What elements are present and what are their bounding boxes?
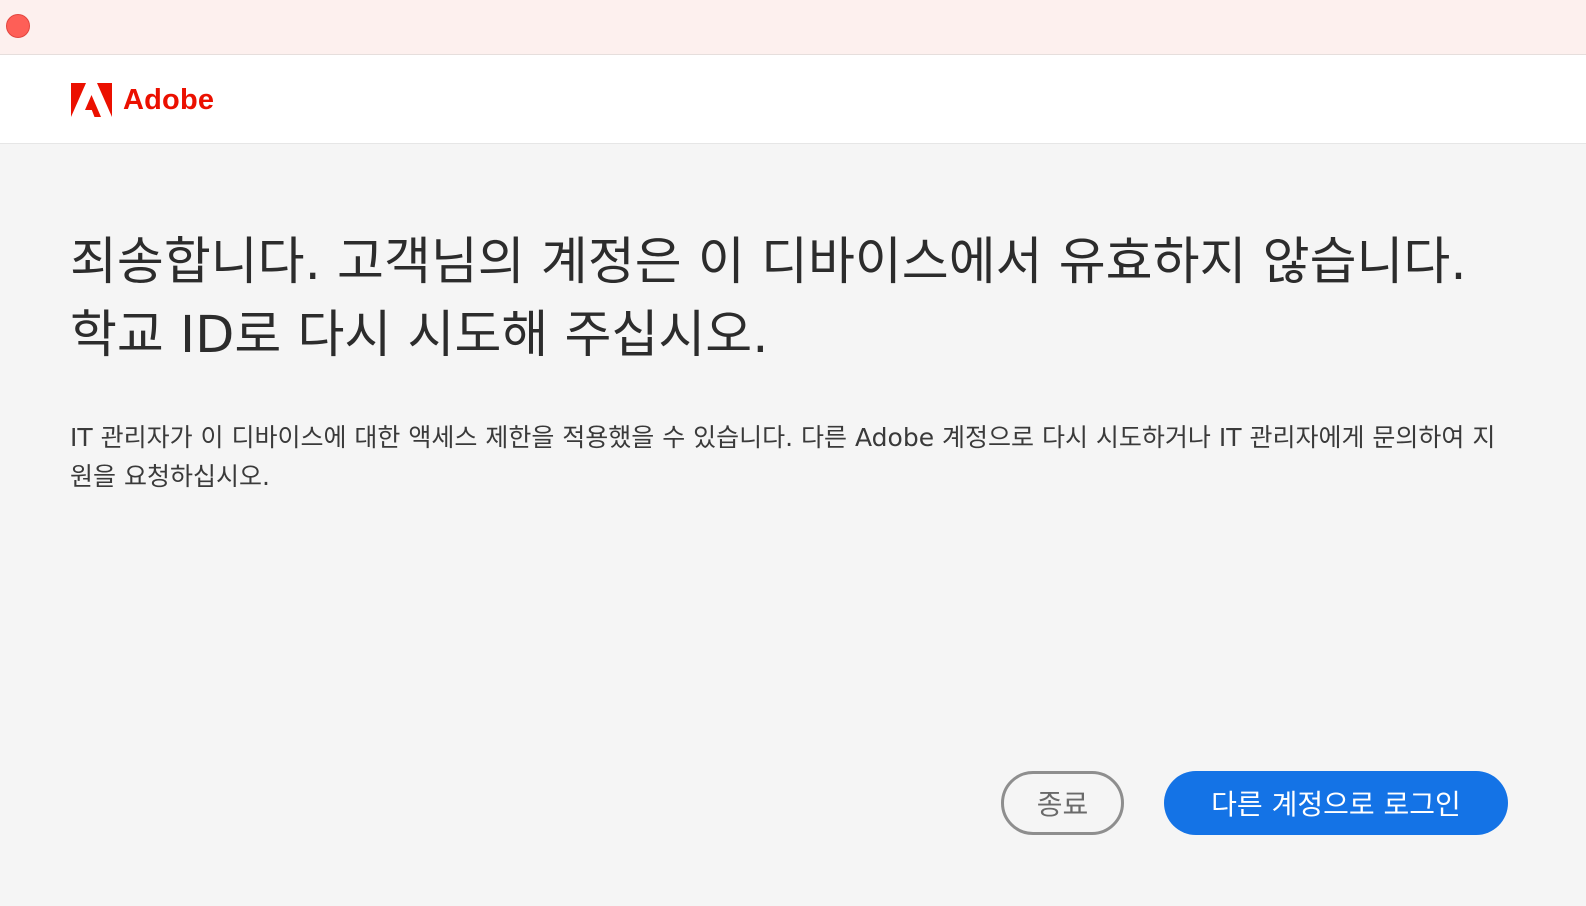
brand-bar: Adobe — [0, 55, 1586, 144]
title-bar — [0, 0, 1586, 55]
error-heading: 죄송합니다. 고객님의 계정은 이 디바이스에서 유효하지 않습니다. 학교 I… — [70, 233, 1467, 365]
sign-in-other-account-button[interactable]: 다른 계정으로 로그인 — [1164, 771, 1508, 835]
close-dot-icon[interactable] — [6, 14, 30, 38]
adobe-logo: Adobe — [71, 83, 214, 117]
brand-name: Adobe — [123, 84, 215, 116]
quit-button[interactable]: 종료 — [1001, 771, 1124, 835]
app-window: Adobe 죄송합니다. 고객님의 계정은 이 디바이스에서 유효하지 않습니다… — [0, 0, 1586, 906]
adobe-logo-icon — [71, 83, 112, 117]
error-description: IT 관리자가 이 디바이스에 대한 액세스 제한을 적용했을 수 있습니다. … — [70, 423, 1496, 491]
